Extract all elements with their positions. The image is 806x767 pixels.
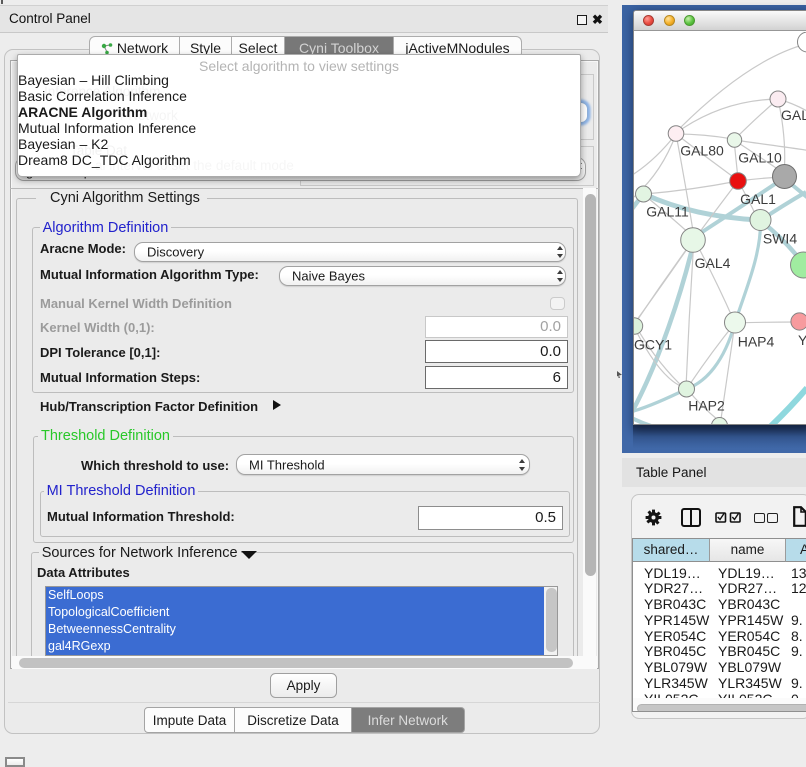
svg-text:GCY1: GCY1 bbox=[634, 337, 672, 353]
svg-text:GAL2: GAL2 bbox=[781, 107, 806, 123]
svg-text:HAP2: HAP2 bbox=[688, 398, 725, 414]
svg-text:HAP4: HAP4 bbox=[738, 334, 775, 350]
svg-text:GAL10: GAL10 bbox=[738, 150, 782, 166]
svg-text:GAL1: GAL1 bbox=[740, 191, 776, 207]
svg-text:GAL4: GAL4 bbox=[695, 255, 731, 271]
svg-text:YMR: YMR bbox=[798, 332, 806, 348]
svg-text:GAL80: GAL80 bbox=[680, 143, 724, 159]
svg-text:SWI4: SWI4 bbox=[763, 231, 797, 247]
svg-text:GAL11: GAL11 bbox=[646, 204, 689, 220]
